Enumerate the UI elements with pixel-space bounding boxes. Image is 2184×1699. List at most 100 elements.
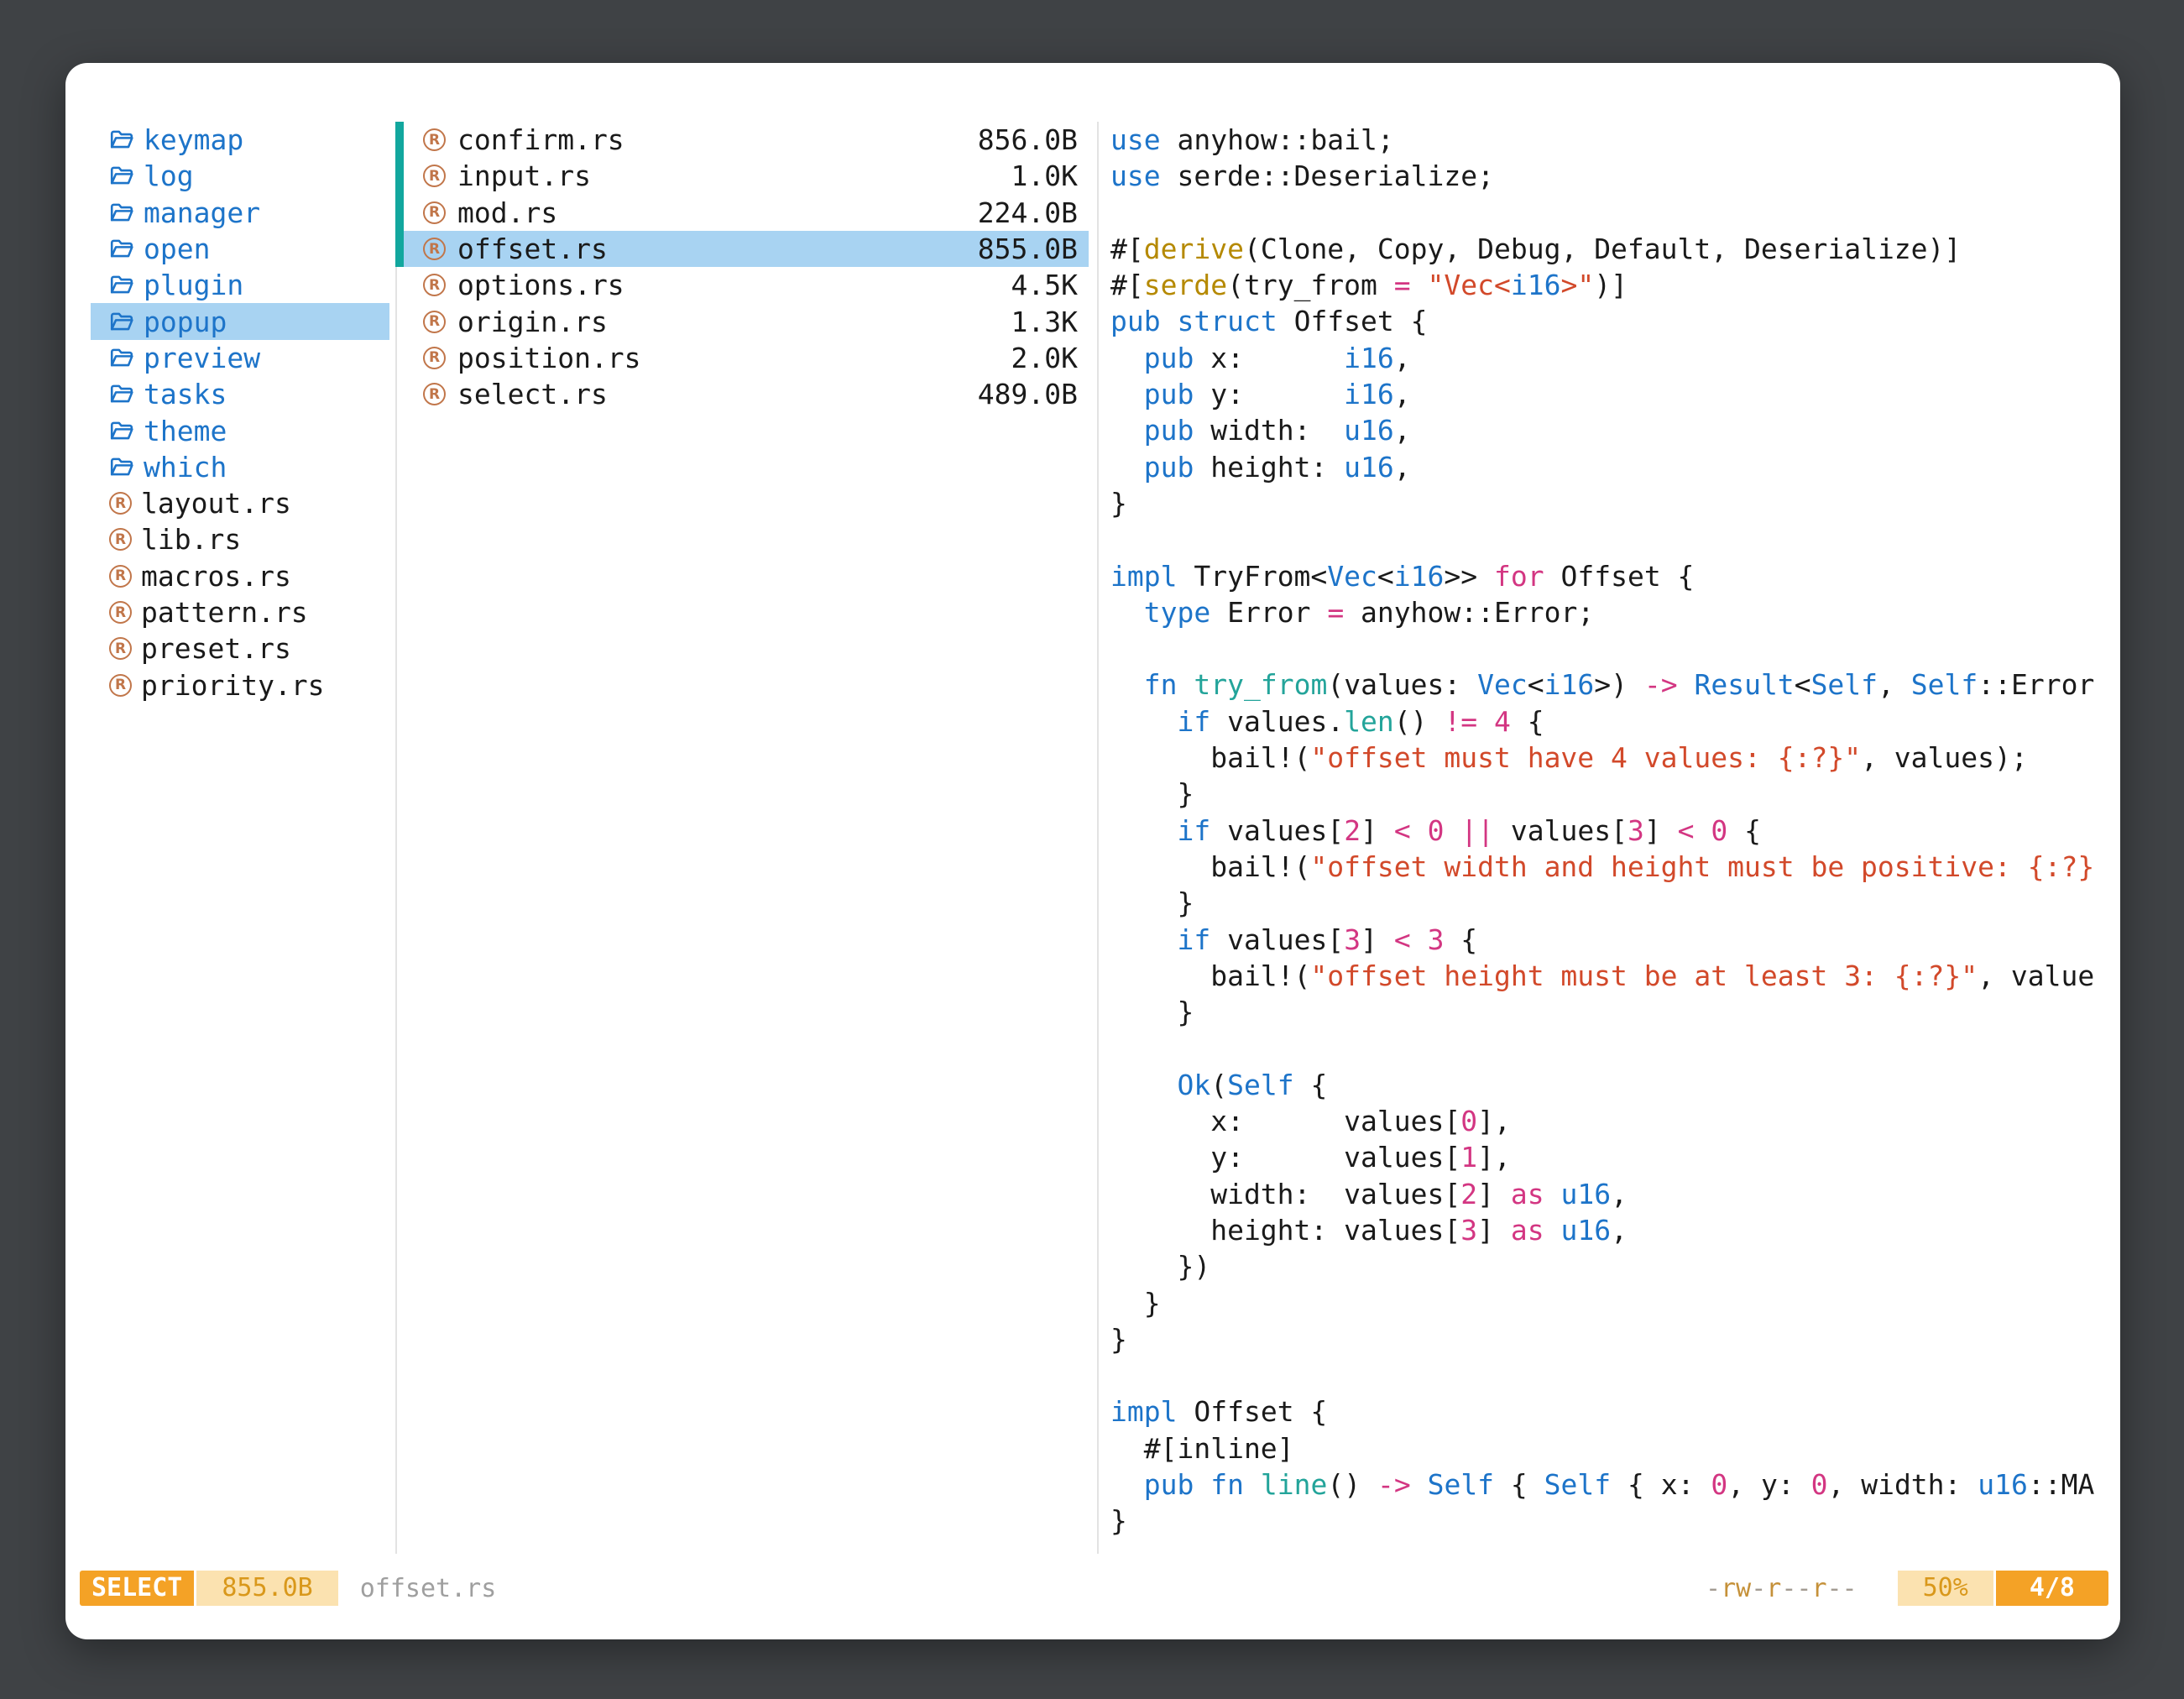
- selection-mark: [395, 158, 404, 194]
- selection-mark: [395, 122, 404, 158]
- scroll-percent: 50%: [1898, 1571, 1993, 1606]
- code-line: use serde::Deserialize;: [1110, 158, 2120, 194]
- rust-file-icon: R: [423, 165, 446, 187]
- file-size: 489.0B: [978, 378, 1078, 410]
- code-line: [1110, 1357, 2120, 1393]
- file-name: confirm.rs: [457, 123, 978, 156]
- code-line: pub x: i16,: [1110, 340, 2120, 376]
- file-row[interactable]: R origin.rs 1.3K: [395, 303, 1097, 339]
- code-line: }: [1110, 485, 2120, 521]
- code-line: }: [1110, 994, 2120, 1030]
- file-size: 1.3K: [1011, 306, 1078, 338]
- code-line: fn try_from(values: Vec<i16>) -> Result<…: [1110, 667, 2120, 703]
- parent-file-row[interactable]: R priority.rs: [91, 667, 389, 703]
- folder-name: popup: [144, 306, 227, 338]
- selection-mark: [395, 195, 404, 231]
- code-line: #[serde(try_from = "Vec<i16>")]: [1110, 267, 2120, 303]
- code-line: [1110, 1030, 2120, 1066]
- parent-folder-row[interactable]: preview: [91, 340, 389, 376]
- code-line: type Error = anyhow::Error;: [1110, 594, 2120, 630]
- code-line: #[inline]: [1110, 1430, 2120, 1466]
- file-row[interactable]: R select.rs 489.0B: [395, 376, 1097, 412]
- file-name: priority.rs: [141, 669, 325, 702]
- code-line: bail!("offset width and height must be p…: [1110, 849, 2120, 885]
- code-line: if values.len() != 4 {: [1110, 703, 2120, 740]
- file-size: 1.0K: [1011, 159, 1078, 192]
- folder-icon: [109, 238, 134, 260]
- code-line: pub struct Offset {: [1110, 303, 2120, 339]
- folder-icon: [109, 201, 134, 224]
- code-line: if values[2] < 0 || values[3] < 0 {: [1110, 813, 2120, 849]
- rust-file-icon: R: [423, 311, 446, 333]
- file-size: 855.0B: [978, 233, 1078, 265]
- rust-file-icon: R: [423, 274, 446, 296]
- parent-folder-row[interactable]: which: [91, 449, 389, 485]
- rust-file-icon: R: [423, 347, 446, 369]
- folder-icon: [109, 383, 134, 405]
- code-line: impl TryFrom<Vec<i16>> for Offset {: [1110, 558, 2120, 594]
- rust-file-icon: R: [109, 601, 132, 624]
- code-line: }: [1110, 1285, 2120, 1321]
- file-name: origin.rs: [457, 306, 1011, 338]
- code-line: use anyhow::bail;: [1110, 122, 2120, 158]
- file-row[interactable]: R options.rs 4.5K: [395, 267, 1097, 303]
- selection-mark: [395, 376, 404, 412]
- code-line: width: values[2] as u16,: [1110, 1176, 2120, 1212]
- parent-folder-row[interactable]: keymap: [91, 122, 389, 158]
- terminal-window: keymap log manager open plugin popup: [65, 63, 2120, 1639]
- selection-mark: [395, 340, 404, 376]
- file-name: offset.rs: [457, 233, 978, 265]
- parent-folder-row[interactable]: plugin: [91, 267, 389, 303]
- folder-icon: [109, 165, 134, 187]
- selection-mark: [395, 267, 404, 303]
- folder-name: tasks: [144, 378, 227, 410]
- parent-folder-row[interactable]: theme: [91, 412, 389, 448]
- code-line: #[derive(Clone, Copy, Debug, Default, De…: [1110, 231, 2120, 267]
- rust-file-icon: R: [423, 201, 446, 224]
- preview-pane: use anyhow::bail;use serde::Deserialize;…: [1097, 122, 2120, 1571]
- file-row[interactable]: R input.rs 1.0K: [395, 158, 1097, 194]
- file-row[interactable]: R offset.rs 855.0B: [395, 231, 1097, 267]
- parent-folder-row[interactable]: tasks: [91, 376, 389, 412]
- folder-name: manager: [144, 196, 260, 229]
- code-line: Ok(Self {: [1110, 1067, 2120, 1103]
- selected-size: 855.0B: [196, 1571, 337, 1606]
- code-line: }: [1110, 1503, 2120, 1539]
- file-name: input.rs: [457, 159, 1011, 192]
- code-line: [1110, 630, 2120, 667]
- code-line: bail!("offset height must be at least 3:…: [1110, 958, 2120, 994]
- code-line: y: values[1],: [1110, 1139, 2120, 1175]
- parent-folder-row[interactable]: log: [91, 158, 389, 194]
- parent-file-row[interactable]: R pattern.rs: [91, 594, 389, 630]
- file-name: macros.rs: [141, 560, 291, 593]
- file-name: preset.rs: [141, 632, 291, 665]
- parent-file-row[interactable]: R preset.rs: [91, 630, 389, 667]
- file-row[interactable]: R position.rs 2.0K: [395, 340, 1097, 376]
- file-row[interactable]: R confirm.rs 856.0B: [395, 122, 1097, 158]
- parent-folder-row[interactable]: open: [91, 231, 389, 267]
- folder-name: plugin: [144, 269, 243, 301]
- file-name: select.rs: [457, 378, 978, 410]
- file-name: mod.rs: [457, 196, 978, 229]
- code-line: height: values[3] as u16,: [1110, 1212, 2120, 1248]
- folder-name: which: [144, 451, 227, 484]
- folder-name: theme: [144, 415, 227, 447]
- parent-folder-row[interactable]: popup: [91, 303, 389, 339]
- parent-file-row[interactable]: R macros.rs: [91, 558, 389, 594]
- parent-file-row[interactable]: R lib.rs: [91, 521, 389, 557]
- file-name: pattern.rs: [141, 596, 308, 629]
- folder-icon: [109, 311, 134, 333]
- parent-folder-row[interactable]: manager: [91, 195, 389, 231]
- folder-name: keymap: [144, 123, 243, 156]
- folder-icon: [109, 347, 134, 369]
- folder-name: preview: [144, 342, 260, 374]
- code-line: pub y: i16,: [1110, 376, 2120, 412]
- file-size: 2.0K: [1011, 342, 1078, 374]
- status-filename: offset.rs: [360, 1574, 497, 1603]
- folder-icon: [109, 274, 134, 296]
- code-line: }: [1110, 1321, 2120, 1357]
- code-line: [1110, 521, 2120, 557]
- parent-file-row[interactable]: R layout.rs: [91, 485, 389, 521]
- file-row[interactable]: R mod.rs 224.0B: [395, 195, 1097, 231]
- file-size: 4.5K: [1011, 269, 1078, 301]
